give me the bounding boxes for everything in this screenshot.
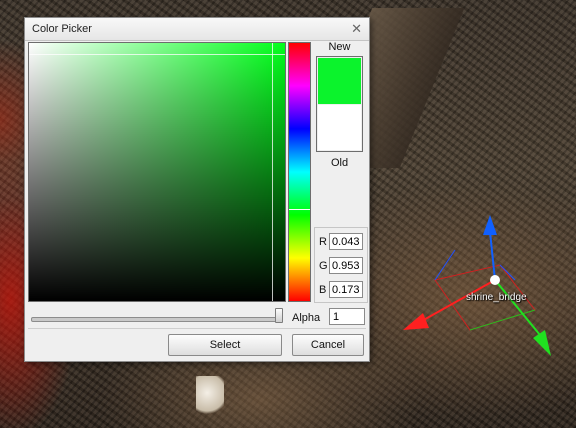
- x-axis-arrow-icon[interactable]: [403, 313, 429, 330]
- alpha-slider-thumb[interactable]: [275, 308, 283, 323]
- old-color-swatch[interactable]: [318, 105, 361, 150]
- object-label: shrine_bridge: [466, 292, 527, 303]
- y-axis-arrow-icon[interactable]: [483, 215, 497, 235]
- sv-cursor-horizontal: [29, 54, 285, 55]
- green-label: G: [319, 260, 328, 272]
- alpha-input[interactable]: [329, 308, 365, 325]
- red-input[interactable]: [329, 233, 363, 250]
- green-input[interactable]: [329, 257, 363, 274]
- hue-slider[interactable]: [288, 42, 311, 302]
- red-label: R: [319, 236, 327, 248]
- bounding-box-edge: [469, 309, 536, 331]
- select-button[interactable]: Select: [168, 334, 282, 356]
- alpha-label: Alpha: [292, 312, 321, 324]
- new-color-label: New: [328, 41, 351, 53]
- hue-marker[interactable]: [289, 209, 310, 210]
- sv-cursor-vertical: [272, 43, 273, 301]
- new-color-swatch: [318, 58, 361, 104]
- blue-label: B: [319, 284, 327, 296]
- color-picker-dialog: Color Picker ✕ New Old R G B Alpha Selec…: [24, 17, 370, 362]
- color-preview: [316, 56, 363, 152]
- transform-gizmo-icon[interactable]: [395, 210, 565, 370]
- alpha-slider-track[interactable]: [31, 317, 283, 322]
- old-color-label: Old: [330, 157, 349, 169]
- divider: [28, 328, 366, 329]
- dialog-title: Color Picker: [32, 23, 92, 35]
- dialog-titlebar[interactable]: Color Picker ✕: [25, 18, 369, 41]
- cancel-button[interactable]: Cancel: [292, 334, 364, 356]
- green-row: G: [318, 256, 370, 276]
- z-axis-arrow-icon[interactable]: [533, 330, 551, 356]
- red-row: R: [318, 232, 370, 252]
- close-icon[interactable]: ✕: [351, 21, 362, 37]
- gizmo-center-icon[interactable]: [490, 275, 500, 285]
- scene-rock: [196, 376, 224, 418]
- bounding-box-edge: [499, 264, 516, 281]
- blue-input[interactable]: [329, 281, 363, 298]
- blue-row: B: [318, 280, 370, 300]
- y-axis-line[interactable]: [489, 231, 496, 281]
- bounding-box-edge: [434, 249, 456, 281]
- saturation-value-square[interactable]: [28, 42, 286, 302]
